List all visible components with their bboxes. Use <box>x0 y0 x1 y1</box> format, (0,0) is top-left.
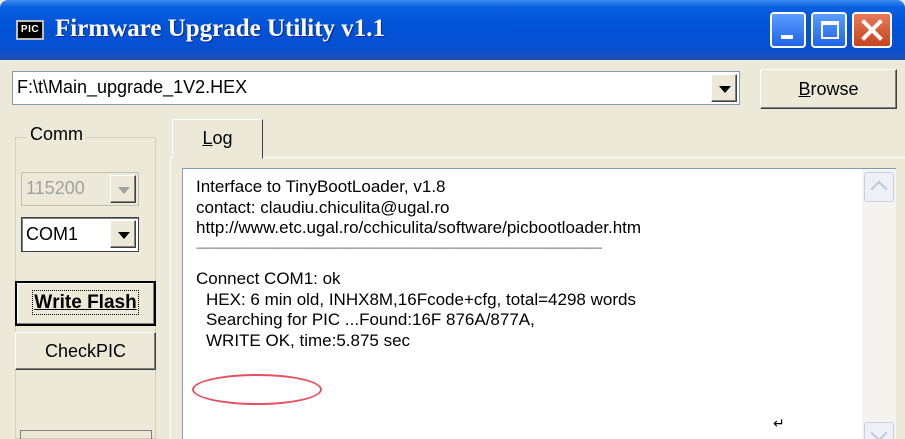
write-flash-label-rest: rite Flash <box>52 292 137 313</box>
log-scrollbar[interactable] <box>862 169 896 439</box>
tab-log-mnemonic: L <box>202 128 213 148</box>
browse-label-mnemonic: B <box>798 79 811 99</box>
write-flash-button[interactable]: Write Flash <box>15 281 156 326</box>
baud-dropdown-button[interactable] <box>110 175 136 203</box>
title-bar[interactable]: PIC Firmware Upgrade Utility v1.1 <box>0 0 905 60</box>
log-line: Interface to TinyBootLoader, v1.8 <box>196 177 446 196</box>
close-button[interactable] <box>852 12 892 48</box>
scroll-up-button[interactable] <box>864 172 894 202</box>
minimize-button[interactable] <box>770 12 806 48</box>
app-icon[interactable]: PIC <box>16 20 44 40</box>
baud-rate-value: 115200 <box>26 178 85 198</box>
com-port-select[interactable]: COM1 <box>21 217 139 252</box>
log-line: HEX: 6 min old, INHX8M,16Fcode+cfg, tota… <box>206 289 636 309</box>
return-icon: ↵ <box>773 415 785 431</box>
comm-group-label: Comm <box>27 124 86 145</box>
log-textarea[interactable]: Interface to TinyBootLoader, v1.8 contac… <box>182 168 896 439</box>
scroll-down-button[interactable] <box>864 422 894 439</box>
com-port-value: COM1 <box>26 224 79 244</box>
browse-button[interactable]: Browse <box>760 69 897 109</box>
log-content: Interface to TinyBootLoader, v1.8 contac… <box>196 177 776 351</box>
hex-file-path: F:\t\Main_upgrade_1V2.HEX <box>17 77 248 97</box>
baud-rate-select[interactable]: 115200 <box>21 172 139 206</box>
log-line: Searching for PIC ...Found:16F 876A/877A… <box>206 310 535 329</box>
log-line: http://www.etc.ugal.ro/cchiculita/softwa… <box>196 218 642 237</box>
check-pic-button[interactable]: CheckPIC <box>15 332 156 370</box>
minimize-icon <box>781 35 793 39</box>
maximize-button[interactable] <box>811 12 847 48</box>
hex-file-path-combo[interactable]: F:\t\Main_upgrade_1V2.HEX <box>12 71 740 105</box>
write-flash-mnemonic: W <box>34 292 53 313</box>
write-ok-highlight-circle <box>192 374 322 405</box>
bottom-panel <box>20 430 152 439</box>
log-line: contact: claudiu.chiculita@ugal.ro <box>196 197 450 217</box>
browse-label: rowse <box>810 79 859 99</box>
path-dropdown-button[interactable] <box>711 74 737 102</box>
log-separator: ----------------------------------------… <box>196 242 602 254</box>
write-flash-label: Write Flash <box>32 290 139 315</box>
close-icon <box>861 19 883 41</box>
maximize-icon <box>821 21 839 39</box>
log-blank-line <box>196 259 776 269</box>
tab-log-label: og <box>212 128 233 148</box>
com-dropdown-button[interactable] <box>110 220 136 248</box>
log-line: WRITE OK, time:5.875 sec <box>206 330 411 350</box>
window-title: Firmware Upgrade Utility v1.1 <box>55 15 386 42</box>
log-line: Connect COM1: ok <box>196 269 341 288</box>
tab-log[interactable]: Log <box>172 119 263 159</box>
